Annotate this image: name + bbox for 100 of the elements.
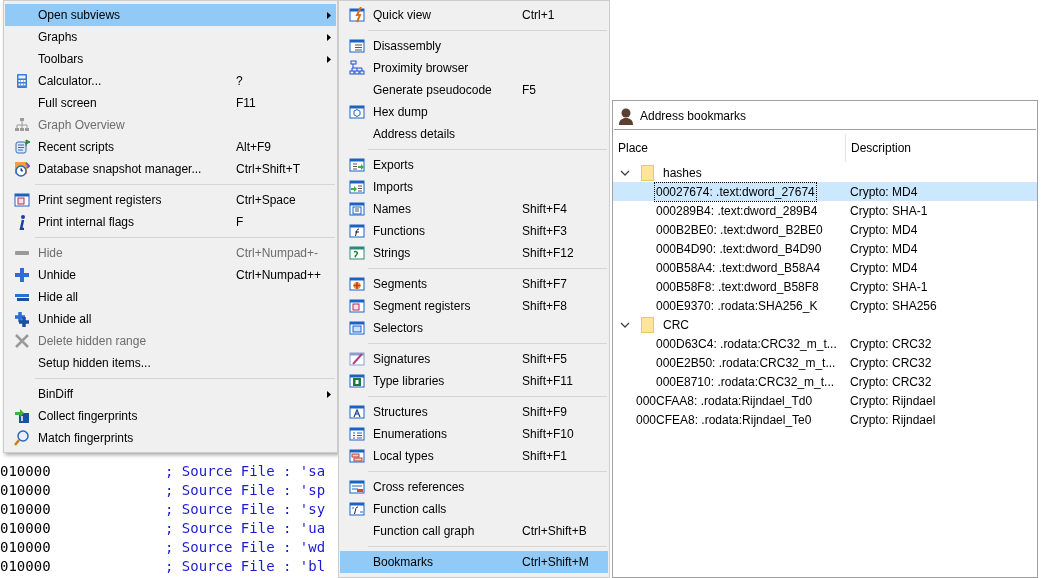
menu-item[interactable]: Names Shift+F4 — [340, 198, 608, 220]
menu-label: Selectors — [373, 321, 424, 335]
bookmark-row[interactable]: 000E2B50: .rodata:CRC32_m_t... Crypto: CRC32 — [613, 353, 1037, 372]
menu-label: Calculator... — [38, 74, 102, 88]
bookmark-row[interactable]: 000E9370: .rodata:SHA256_K Crypto: SHA256 — [613, 296, 1037, 315]
menu-item[interactable]: Setup hidden items... — [5, 352, 336, 374]
register-window-icon — [13, 192, 30, 208]
bookmark-row[interactable]: 000B58A4: .text:dword_B58A4 Crypto: MD4 — [613, 258, 1037, 277]
menu-item[interactable]: Segments Shift+F7 — [340, 273, 608, 295]
menu-label: Segments — [373, 277, 428, 291]
menu-item[interactable]: Proximity browser — [340, 57, 608, 79]
menu-item[interactable]: Function call graph Ctrl+Shift+B — [340, 520, 608, 542]
shortcut: Shift+F5 — [522, 352, 568, 366]
menu-item[interactable]: Strings Shift+F12 — [340, 242, 608, 264]
menu-item[interactable]: Cross references — [340, 476, 608, 498]
folder-label[interactable]: CRC — [663, 315, 689, 334]
table-cell-text: Crypto: SHA256 — [849, 297, 937, 315]
table-cell-text: 000E9370: .rodata:SHA256_K — [655, 297, 819, 315]
menu-item[interactable]: Selectors — [340, 317, 608, 339]
menu-item[interactable]: Hide all — [5, 286, 336, 308]
bookmark-row[interactable]: 000CFAA8: .rodata:Rijndael_Td0 Crypto: Rijndael — [613, 391, 1037, 410]
menu-item[interactable]: Enumerations Shift+F10 — [340, 423, 608, 445]
magnifier-icon — [13, 430, 30, 446]
menu-item[interactable]: Functions Shift+F3 — [340, 220, 608, 242]
shortcut: Ctrl+Shift+T — [236, 162, 301, 176]
code-comment: ; Source File : 'sy — [165, 500, 326, 519]
menu-item[interactable]: BinDiff — [5, 383, 336, 405]
table-cell-text: Crypto: MD4 — [849, 240, 918, 258]
menu-item[interactable]: Full screen F11 — [5, 92, 336, 114]
shortcut: Shift+F7 — [522, 277, 568, 291]
menu-label: Names — [373, 202, 411, 216]
shortcut: Shift+F1 — [522, 449, 568, 463]
folder-label[interactable]: hashes — [663, 163, 702, 182]
code-comment: ; Source File : 'bl — [165, 557, 326, 576]
menu-item[interactable]: Recent scripts Alt+F9 — [5, 136, 336, 158]
menu-label: Structures — [373, 405, 428, 419]
pen-window-icon — [348, 351, 365, 367]
bookmark-row[interactable]: 000289B4: .text:dword_289B4 Crypto: SHA-1 — [613, 201, 1037, 220]
menu-item[interactable]: Toolbars — [5, 48, 336, 70]
menu-item[interactable]: Function calls — [340, 498, 608, 520]
shortcut: Shift+F4 — [522, 202, 568, 216]
menu-item[interactable]: Address details — [340, 123, 608, 145]
menu-label: Print internal flags — [38, 215, 135, 229]
chevron-down-icon[interactable] — [620, 321, 630, 328]
menu-label: Full screen — [38, 96, 97, 110]
menu-label: Hex dump — [373, 105, 428, 119]
menu-item[interactable]: Match fingerprints — [5, 427, 336, 449]
menu-label: Function calls — [373, 502, 447, 516]
column-header[interactable]: Description — [846, 134, 912, 162]
menu-item[interactable]: Local types Shift+F1 — [340, 445, 608, 467]
menu-item[interactable]: Type libraries Shift+F11 — [340, 370, 608, 392]
bookmark-row[interactable]: 000E8710: .rodata:CRC32_m_t... Crypto: CRC32 — [613, 372, 1037, 391]
column-header[interactable]: Place — [613, 134, 846, 162]
list-window-icon — [348, 38, 365, 54]
menu-label: Signatures — [373, 352, 431, 366]
table-cell-text: 000D63C4: .rodata:CRC32_m_t... — [655, 335, 838, 353]
arrow-info-icon — [13, 408, 30, 424]
shortcut: Ctrl+1 — [522, 8, 555, 22]
menu-item[interactable]: Calculator... ? — [5, 70, 336, 92]
menu-item[interactable]: Hex dump — [340, 101, 608, 123]
menu-item[interactable]: Bookmarks Ctrl+Shift+M — [340, 551, 608, 573]
menu-item[interactable]: Exports — [340, 154, 608, 176]
table-cell-text: Crypto: MD4 — [849, 183, 918, 201]
shortcut: Ctrl+Numpad+- — [236, 246, 319, 260]
hierarchy-icon — [348, 60, 365, 76]
menu-item[interactable]: Structures Shift+F9 — [340, 401, 608, 423]
menu-label: Graphs — [38, 30, 78, 44]
menu-item[interactable]: Quick view Ctrl+1 — [340, 4, 608, 26]
menu-label: Hide all — [38, 290, 79, 304]
menu-label: Disassembly — [373, 39, 441, 53]
menu-item[interactable]: Print segment registers Ctrl+Space — [5, 189, 336, 211]
bookmark-row[interactable]: 000B2BE0: .text:dword_B2BE0 Crypto: MD4 — [613, 220, 1037, 239]
submenu-arrow-icon — [327, 11, 331, 19]
clock-icon — [13, 161, 30, 177]
menu-item[interactable]: Generate pseudocode F5 — [340, 79, 608, 101]
table-cell-text: Crypto: CRC32 — [849, 335, 932, 353]
bookmark-row[interactable]: 00027674: .text:dword_27674 Crypto: MD4 — [613, 182, 1037, 201]
menu-item[interactable]: Print internal flags F — [5, 211, 336, 233]
bookmark-row[interactable]: 000CFEA8: .rodata:Rijndael_Te0 Crypto: Rijndael — [613, 410, 1037, 429]
table-cell-text: Crypto: MD4 — [849, 221, 918, 239]
menu-label: Recent scripts — [38, 140, 115, 154]
menu-label: Proximity browser — [373, 61, 469, 75]
menu-item[interactable]: Disassembly — [340, 35, 608, 57]
table-cell-text: Crypto: CRC32 — [849, 373, 932, 391]
bookmark-row[interactable]: 000B58F8: .text:dword_B58F8 Crypto: SHA-1 — [613, 277, 1037, 296]
menu-item[interactable]: Graphs — [5, 26, 336, 48]
chevron-down-icon[interactable] — [620, 169, 630, 176]
menu-item[interactable]: Signatures Shift+F5 — [340, 348, 608, 370]
menu-item[interactable]: Open subviews — [5, 4, 336, 26]
shortcut: Shift+F11 — [522, 374, 573, 388]
menu-item[interactable]: Segment registers Shift+F8 — [340, 295, 608, 317]
menu-item[interactable]: Unhide all — [5, 308, 336, 330]
menu-item[interactable]: Database snapshot manager... Ctrl+Shift+T — [5, 158, 336, 180]
menu-item[interactable]: Collect fingerprints — [5, 405, 336, 427]
function-calls-window-icon — [348, 501, 365, 517]
bookmark-row[interactable]: 000D63C4: .rodata:CRC32_m_t... Crypto: CRC32 — [613, 334, 1037, 353]
menu-item[interactable]: Unhide Ctrl+Numpad++ — [5, 264, 336, 286]
menu-item[interactable]: Imports — [340, 176, 608, 198]
menu-label: Hide — [38, 246, 63, 260]
bookmark-row[interactable]: 000B4D90: .text:dword_B4D90 Crypto: MD4 — [613, 239, 1037, 258]
